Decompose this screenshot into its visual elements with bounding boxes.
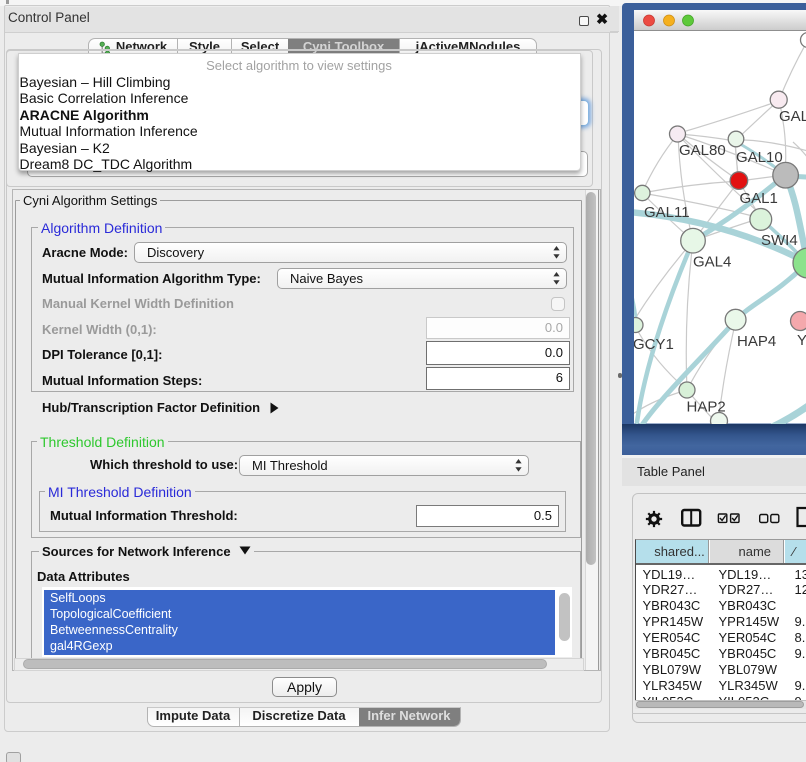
svg-text:HAP4: HAP4 <box>737 333 776 350</box>
svg-text:GAL4: GAL4 <box>693 254 731 271</box>
svg-text:SWI4: SWI4 <box>761 232 798 249</box>
svg-text:GCY1: GCY1 <box>634 336 674 353</box>
svg-text:GAL7: GAL7 <box>779 108 806 125</box>
svg-text:GAL10: GAL10 <box>736 149 783 166</box>
svg-text:GAL11: GAL11 <box>644 204 690 221</box>
svg-text:HAP2: HAP2 <box>687 399 726 416</box>
svg-text:YM: YM <box>797 332 806 349</box>
svg-text:GAL80: GAL80 <box>679 142 726 159</box>
svg-text:GAL1: GAL1 <box>740 190 778 207</box>
